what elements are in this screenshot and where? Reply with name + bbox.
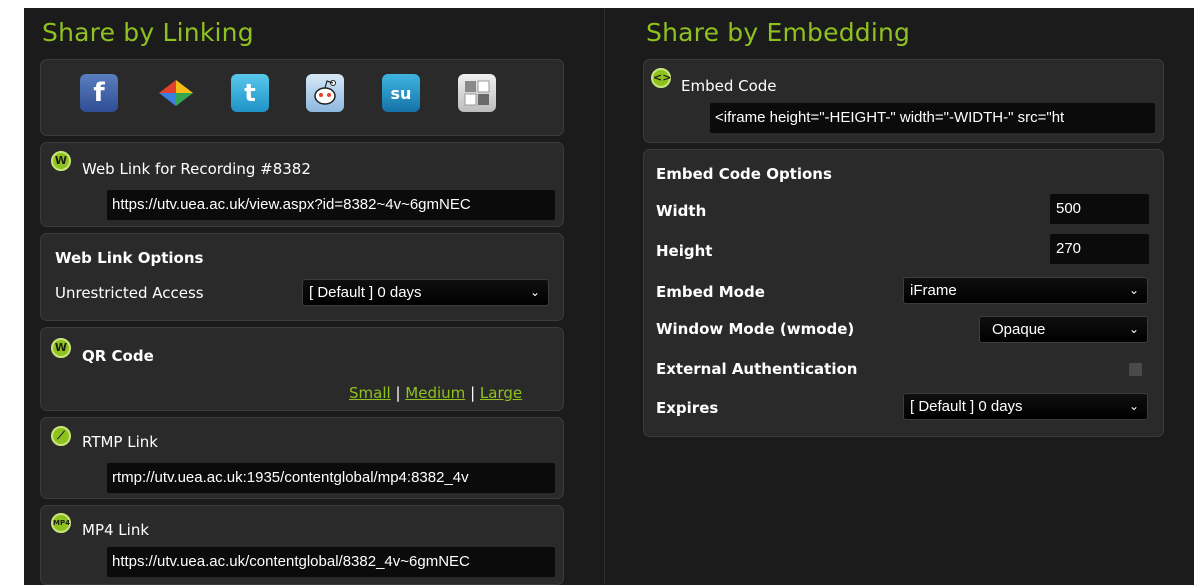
web-link-options-title: Web Link Options xyxy=(55,249,204,267)
window-mode-value: Opaque xyxy=(992,321,1046,338)
chevron-down-icon: ⌄ xyxy=(1128,399,1139,413)
share-by-linking-title: Share by Linking xyxy=(42,18,254,47)
unrestricted-access-value: [ Default ] 0 days xyxy=(309,284,422,301)
embed-mode-label: Embed Mode xyxy=(656,283,765,301)
embed-mode-select[interactable]: iFrame ⌄ xyxy=(903,277,1148,304)
qr-large-link[interactable]: Large xyxy=(480,384,522,402)
width-input[interactable]: 500 xyxy=(1050,194,1149,224)
rtmp-link-field[interactable]: rtmp://utv.uea.ac.uk:1935/contentglobal/… xyxy=(107,463,555,493)
reddit-icon[interactable] xyxy=(306,74,344,112)
google-buzz-icon[interactable] xyxy=(157,74,195,112)
embed-code-field[interactable]: <iframe height="-HEIGHT-" width="-WIDTH-… xyxy=(710,103,1155,133)
qr-code-label: QR Code xyxy=(82,347,154,365)
height-label: Height xyxy=(656,242,713,260)
embed-code-options-title: Embed Code Options xyxy=(656,165,832,183)
web-link-icon: W xyxy=(51,151,71,171)
external-auth-checkbox[interactable] xyxy=(1128,362,1143,377)
expires-label: Expires xyxy=(656,399,719,417)
unrestricted-access-label: Unrestricted Access xyxy=(55,284,204,302)
external-auth-label: External Authentication xyxy=(656,360,858,378)
unrestricted-access-select[interactable]: [ Default ] 0 days ⌄ xyxy=(302,279,549,306)
height-input[interactable]: 270 xyxy=(1050,234,1149,264)
qr-separator: | xyxy=(470,384,476,402)
rtmp-link-icon: ⟋ xyxy=(51,426,71,446)
mp4-link-field[interactable]: https://utv.uea.ac.uk/contentglobal/8382… xyxy=(107,547,555,577)
expires-value: [ Default ] 0 days xyxy=(910,398,1023,415)
chevron-down-icon: ⌄ xyxy=(1128,322,1139,336)
window-mode-select[interactable]: Opaque ⌄ xyxy=(979,316,1148,343)
web-link-label: Web Link for Recording #8382 xyxy=(82,160,311,178)
expires-select[interactable]: [ Default ] 0 days ⌄ xyxy=(903,393,1148,420)
embed-code-icon: <> xyxy=(651,68,671,88)
qr-size-links: Small | Medium | Large xyxy=(349,384,522,402)
facebook-icon[interactable]: f xyxy=(80,74,118,112)
rtmp-link-label: RTMP Link xyxy=(82,433,158,451)
delicious-icon[interactable] xyxy=(458,74,496,112)
twitter-icon[interactable]: t xyxy=(231,74,269,112)
web-link-options-panel xyxy=(40,233,564,321)
window-mode-label: Window Mode (wmode) xyxy=(656,320,855,338)
embed-mode-value: iFrame xyxy=(910,282,957,299)
share-by-embedding-title: Share by Embedding xyxy=(646,18,911,47)
stumbleupon-icon[interactable]: su xyxy=(382,74,420,112)
qr-separator: | xyxy=(395,384,401,402)
qr-small-link[interactable]: Small xyxy=(349,384,391,402)
chevron-down-icon: ⌄ xyxy=(1128,283,1139,297)
web-link-field[interactable]: https://utv.uea.ac.uk/view.aspx?id=8382~… xyxy=(107,190,555,220)
width-label: Width xyxy=(656,202,707,220)
qr-medium-link[interactable]: Medium xyxy=(405,384,465,402)
embed-code-label: Embed Code xyxy=(681,77,777,95)
mp4-link-label: MP4 Link xyxy=(82,521,150,539)
chevron-down-icon: ⌄ xyxy=(529,285,540,299)
qr-code-icon: W xyxy=(51,338,71,358)
mp4-icon: MP4 xyxy=(51,513,71,533)
